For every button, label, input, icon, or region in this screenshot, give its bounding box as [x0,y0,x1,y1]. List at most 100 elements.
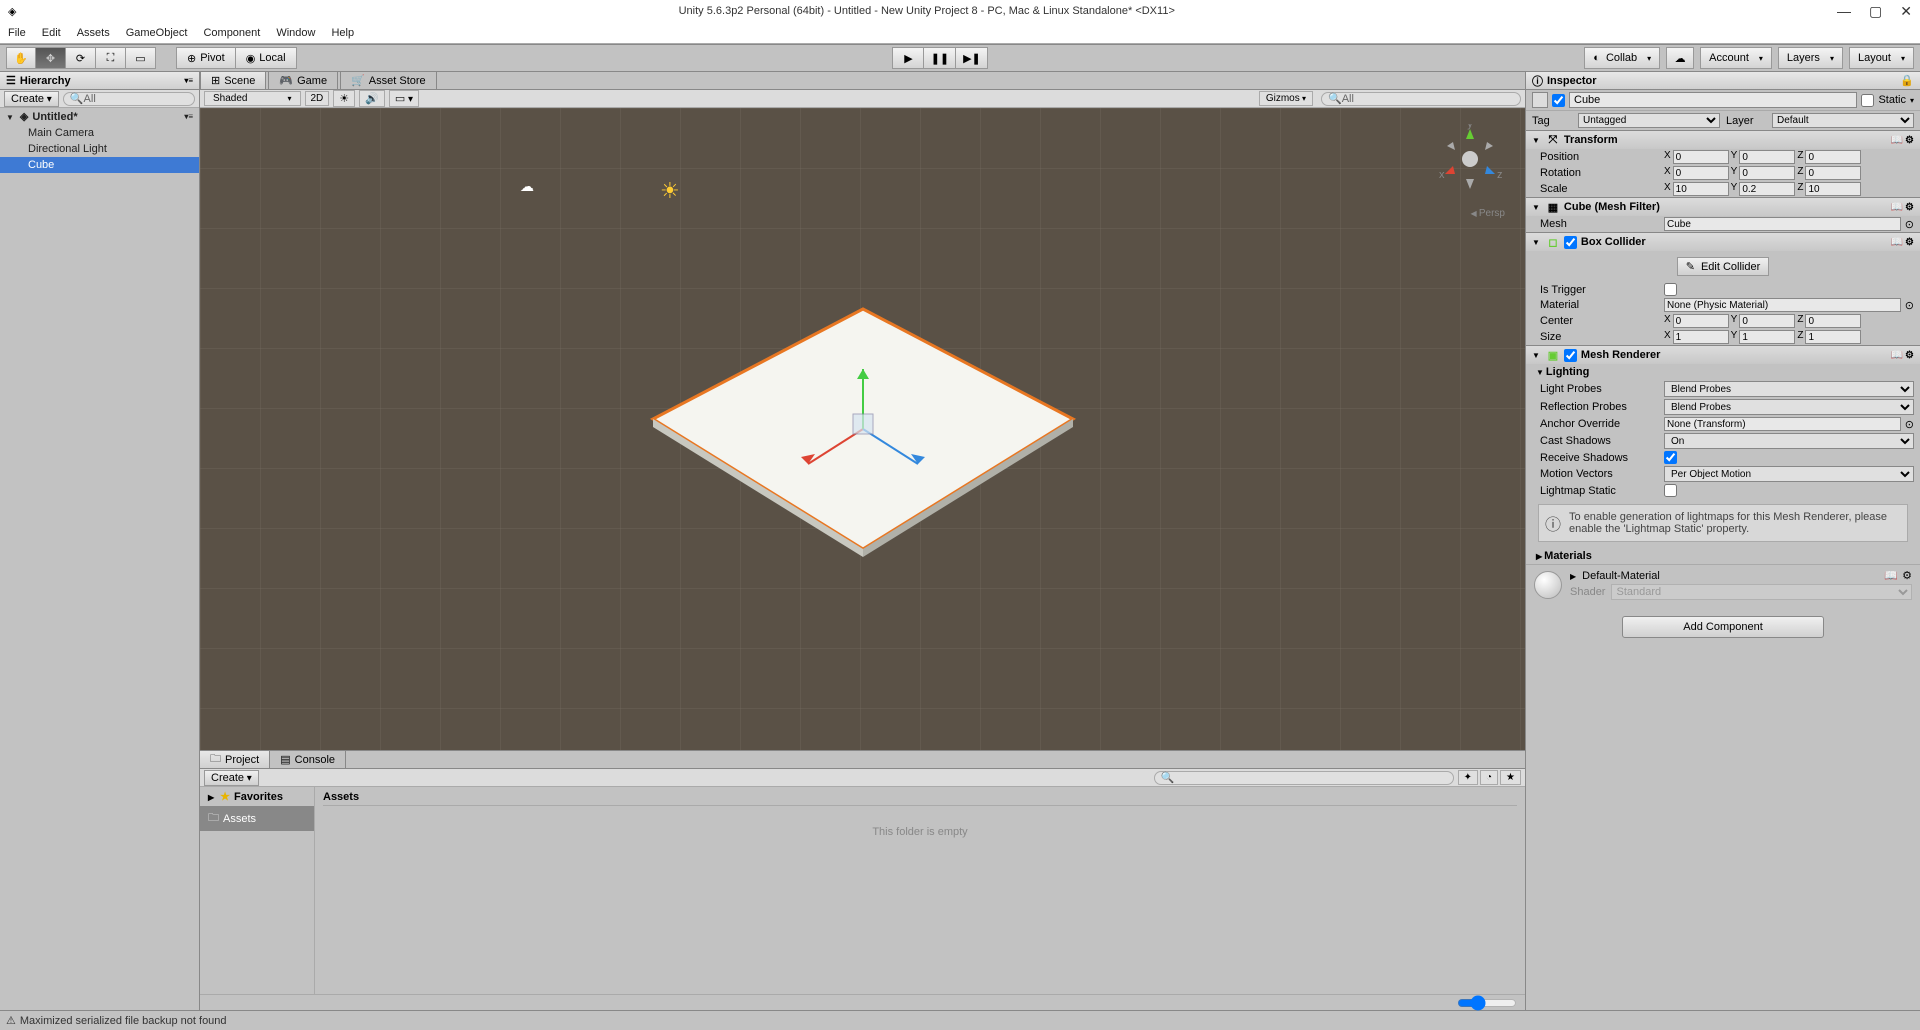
collider-enabled[interactable] [1564,236,1577,249]
light-gizmo-icon[interactable]: ☀ [660,178,680,204]
menu-assets[interactable]: Assets [77,27,110,39]
light-probes-dropdown[interactable]: Blend Probes [1664,381,1914,397]
lighting-foldout[interactable]: Lighting [1526,364,1920,380]
cloud-button[interactable]: ☁ [1666,47,1694,69]
account-button[interactable]: Account [1700,47,1772,69]
object-name-field[interactable] [1569,92,1857,108]
is-trigger-checkbox[interactable] [1664,283,1677,296]
edit-collider-button[interactable]: ✎Edit Collider [1677,257,1770,276]
gear-icon[interactable]: ⚙ [1905,237,1914,248]
lighting-toggle[interactable]: ☀ [333,90,355,107]
audio-toggle[interactable]: 🔊 [359,90,385,107]
scene-item[interactable]: ◈Untitled*▾≡ [0,108,199,125]
shader-dropdown[interactable]: Standard [1611,584,1912,600]
step-button[interactable]: ▶❚ [956,47,988,69]
motion-vectors-dropdown[interactable]: Per Object Motion [1664,466,1914,482]
rot-x[interactable] [1673,166,1729,180]
gizmos-dropdown[interactable]: Gizmos [1259,91,1313,106]
gear-icon[interactable]: ⚙ [1905,135,1914,146]
scl-z[interactable] [1805,182,1861,196]
help-icon[interactable]: 📖 [1891,237,1903,248]
inspector-tab[interactable]: ⓘ Inspector 🔒 [1526,72,1920,90]
hierarchy-item-cube[interactable]: Cube [0,157,199,173]
scene-search[interactable]: 🔍All [1321,92,1521,106]
tab-console[interactable]: ▤Console [270,751,346,768]
filter-icon-1[interactable]: ✦ [1458,770,1478,785]
materials-foldout[interactable]: Materials [1526,548,1920,564]
scene-menu-icon[interactable]: ▾≡ [184,112,193,121]
lightmap-static-checkbox[interactable] [1664,484,1677,497]
static-dropdown-icon[interactable]: ▾ [1910,96,1914,105]
thumbnail-size-slider[interactable] [1457,995,1517,1011]
layout-button[interactable]: Layout [1849,47,1914,69]
rot-z[interactable] [1805,166,1861,180]
gear-icon[interactable]: ⚙ [1905,350,1914,361]
add-component-button[interactable]: Add Component [1622,616,1824,638]
cube-object[interactable] [643,299,1083,559]
center-y[interactable] [1739,314,1795,328]
menu-file[interactable]: File [8,27,26,39]
help-icon[interactable]: 📖 [1891,202,1903,213]
scl-x[interactable] [1673,182,1729,196]
center-z[interactable] [1805,314,1861,328]
layers-button[interactable]: Layers [1778,47,1843,69]
assets-item[interactable]: 🗀Assets [200,806,314,831]
pause-button[interactable]: ❚❚ [924,47,956,69]
panel-options-icon[interactable]: ▾≡ [184,76,193,85]
tab-asset-store[interactable]: 🛒Asset Store [340,71,437,89]
mesh-filter-header[interactable]: ▦Cube (Mesh Filter) 📖⚙ [1526,198,1920,216]
maximize-icon[interactable]: ▢ [1869,3,1882,20]
object-picker-icon[interactable]: ⊙ [1905,418,1914,431]
tab-project[interactable]: 🗀Project [200,751,270,768]
static-checkbox[interactable] [1861,94,1874,107]
help-icon[interactable]: 📖 [1884,569,1898,582]
tab-game[interactable]: 🎮Game [268,71,338,89]
mesh-renderer-header[interactable]: ▣Mesh Renderer 📖⚙ [1526,346,1920,364]
camera-gizmo-icon[interactable]: ☁ [520,178,534,195]
help-icon[interactable]: 📖 [1891,135,1903,146]
move-tool-button[interactable]: ✥ [36,47,66,69]
menu-window[interactable]: Window [276,27,315,39]
pos-x[interactable] [1673,150,1729,164]
minimize-icon[interactable]: — [1837,3,1851,20]
scale-tool-button[interactable]: ⛶ [96,47,126,69]
hierarchy-tab[interactable]: ☰ Hierarchy ▾≡ [0,72,199,90]
help-icon[interactable]: 📖 [1891,350,1903,361]
menu-help[interactable]: Help [331,27,354,39]
scl-y[interactable] [1739,182,1795,196]
favorites-item[interactable]: ★Favorites [200,787,314,806]
gear-icon[interactable]: ⚙ [1902,569,1912,582]
menu-component[interactable]: Component [203,27,260,39]
receive-shadows-checkbox[interactable] [1664,451,1677,464]
orientation-gizmo[interactable]: y x z [1435,124,1505,194]
collab-button[interactable]: ◐Collab [1584,47,1660,69]
rotate-tool-button[interactable]: ⟳ [66,47,96,69]
reflection-probes-dropdown[interactable]: Blend Probes [1664,399,1914,415]
size-x[interactable] [1673,330,1729,344]
gear-icon[interactable]: ⚙ [1905,202,1914,213]
layer-dropdown[interactable]: Default [1772,113,1914,128]
box-collider-header[interactable]: ◻Box Collider 📖⚙ [1526,233,1920,251]
size-y[interactable] [1739,330,1795,344]
anchor-field[interactable] [1664,417,1901,431]
physic-material-field[interactable] [1664,298,1901,312]
cast-shadows-dropdown[interactable]: On [1664,433,1914,449]
pivot-button[interactable]: ⊕Pivot [176,47,236,69]
pos-y[interactable] [1739,150,1795,164]
mesh-field[interactable] [1664,217,1901,231]
project-breadcrumb[interactable]: Assets [323,791,1517,806]
project-search[interactable]: 🔍 [1154,771,1454,785]
fx-toggle[interactable]: ▭ ▾ [389,90,419,107]
object-picker-icon[interactable]: ⊙ [1905,299,1914,312]
filter-icon-3[interactable]: ★ [1500,770,1521,785]
center-x[interactable] [1673,314,1729,328]
shaded-dropdown[interactable]: Shaded [204,91,301,106]
tag-dropdown[interactable]: Untagged [1578,113,1720,128]
rect-tool-button[interactable]: ▭ [126,47,156,69]
transform-header[interactable]: ⤧Transform 📖⚙ [1526,131,1920,149]
hand-tool-button[interactable]: ✋ [6,47,36,69]
active-checkbox[interactable] [1552,94,1565,107]
hierarchy-search[interactable]: 🔍All [63,92,195,106]
pos-z[interactable] [1805,150,1861,164]
hierarchy-item-camera[interactable]: Main Camera [0,125,199,141]
